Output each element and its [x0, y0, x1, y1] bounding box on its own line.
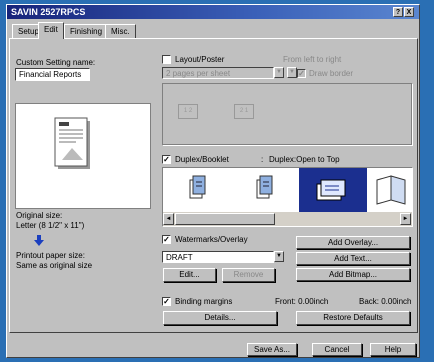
binding-margins-label: Binding margins [175, 297, 233, 306]
tab-misc[interactable]: Misc. [105, 24, 136, 38]
binding-margins-checkbox[interactable]: ✓ [162, 297, 171, 306]
duplex-option[interactable] [163, 168, 233, 212]
tab-edit[interactable]: Edit [38, 22, 64, 39]
remove-watermark-button[interactable]: Remove [222, 268, 275, 282]
add-bitmap-button[interactable]: Add Bitmap... [296, 268, 410, 281]
custom-setting-label: Custom Setting name: [16, 58, 96, 67]
add-text-button[interactable]: Add Text... [296, 252, 410, 265]
cancel-button[interactable]: Cancel [312, 343, 362, 356]
pages-per-sheet-select[interactable]: 2 pages per sheet [162, 67, 274, 79]
document-preview-icon [54, 117, 90, 169]
duplex-option[interactable] [367, 168, 412, 212]
layout-poster-label: Layout/Poster [175, 55, 225, 64]
scroll-left-button[interactable]: ◄ [163, 213, 174, 225]
draw-border-label: Draw border [309, 69, 354, 78]
down-arrow-icon [34, 235, 44, 246]
scroll-right-button[interactable]: ► [400, 213, 411, 225]
layout-page-preview: 1 2 [178, 104, 198, 119]
front-margin-value: Front: 0.00inch [275, 297, 329, 306]
layout-preview-group [162, 83, 412, 145]
scrollbar-thumb[interactable] [175, 213, 275, 225]
layout-page-preview: 2 1 [234, 104, 254, 119]
duplex-option[interactable] [233, 168, 299, 212]
back-margin-value: Back: 0.00inch [359, 297, 412, 306]
printout-size-label: Printout paper size: [16, 251, 85, 260]
duplex-status-colon: : [261, 155, 264, 164]
restore-defaults-button[interactable]: Restore Defaults [296, 311, 410, 325]
original-size-label: Original size: [16, 211, 63, 220]
layout-poster-checkbox[interactable] [162, 55, 171, 64]
horizontal-scrollbar[interactable]: ◄ ► [163, 212, 412, 226]
tab-finishing[interactable]: Finishing [64, 24, 109, 38]
duplex-booklet-label: Duplex/Booklet [175, 155, 229, 164]
booklet-icon [376, 175, 406, 205]
preview-area [15, 103, 151, 209]
custom-setting-input[interactable]: Financial Reports [15, 68, 90, 81]
watermark-select[interactable]: DRAFT [162, 251, 274, 263]
layout-order-label: From left to right [283, 55, 342, 64]
save-as-button[interactable]: Save As... [247, 343, 297, 356]
duplex-booklet-checkbox[interactable]: ✓ [162, 155, 171, 164]
add-overlay-button[interactable]: Add Overlay... [296, 236, 410, 249]
binding-details-button[interactable]: Details... [163, 311, 277, 325]
window-title: SAVIN 2527RPCS [11, 7, 86, 17]
order-dropdown-button[interactable]: ▼ [287, 67, 297, 78]
printout-size-value: Same as original size [16, 261, 93, 270]
duplex-status: Duplex:Open to Top [269, 155, 340, 164]
close-button[interactable]: X [404, 7, 414, 17]
original-size-value: Letter (8 1/2" x 11") [16, 221, 85, 230]
pages-dropdown-button[interactable]: ▼ [274, 67, 284, 78]
watermarks-label: Watermarks/Overlay [175, 235, 248, 244]
help-title-button[interactable]: ? [393, 7, 403, 17]
duplex-options-list[interactable]: ◄ ► [162, 167, 413, 227]
watermark-dropdown-button[interactable]: ▼ [274, 251, 284, 262]
duplex-option-selected[interactable] [299, 168, 367, 212]
draw-border-checkbox[interactable]: ✓ [297, 69, 306, 78]
edit-watermark-button[interactable]: Edit... [163, 268, 216, 282]
watermarks-checkbox[interactable]: ✓ [162, 235, 171, 244]
help-button[interactable]: Help [370, 343, 416, 356]
title-bar: SAVIN 2527RPCS [7, 5, 419, 19]
